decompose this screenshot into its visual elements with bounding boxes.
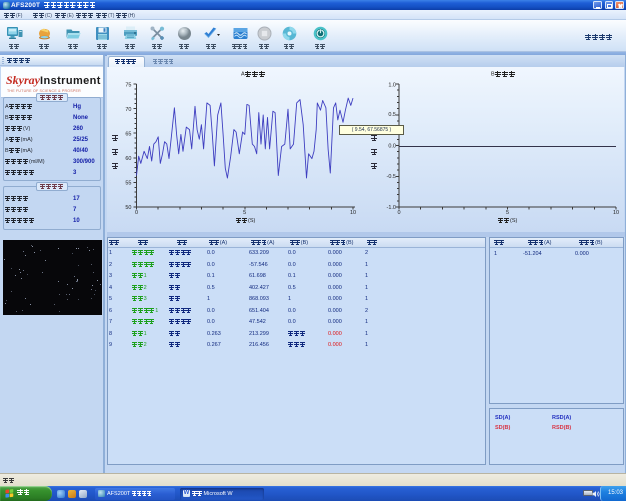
svg-text:60: 60 [125, 156, 131, 162]
svg-text:0: 0 [397, 210, 400, 216]
svg-text:-1.0: -1.0 [387, 205, 396, 211]
svg-text:5: 5 [506, 210, 509, 216]
svg-text:0.5: 0.5 [388, 112, 396, 118]
svg-text:10: 10 [613, 210, 619, 216]
svg-text:0.0: 0.0 [388, 144, 396, 150]
svg-text:55: 55 [125, 181, 131, 187]
svg-text:1.0: 1.0 [388, 83, 396, 89]
svg-text:0: 0 [135, 210, 138, 216]
svg-text:5: 5 [243, 210, 246, 216]
svg-text:50: 50 [125, 205, 131, 211]
svg-text:70: 70 [125, 107, 131, 113]
svg-text:10: 10 [350, 210, 356, 216]
svg-text:-0.5: -0.5 [387, 174, 396, 180]
svg-text:65: 65 [125, 132, 131, 138]
svg-text:75: 75 [125, 83, 131, 89]
